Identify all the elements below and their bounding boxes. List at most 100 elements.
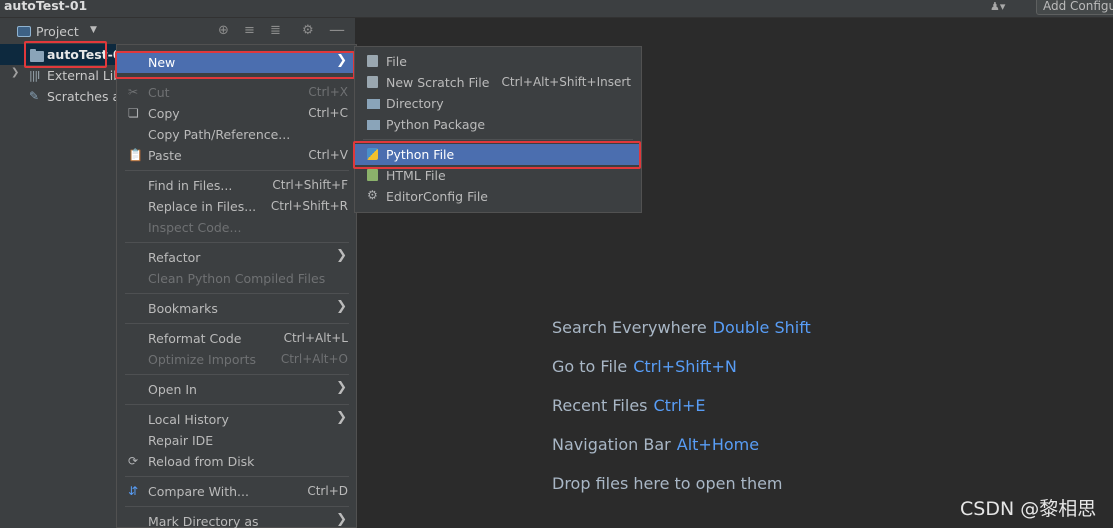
menu-item-repair-ide[interactable]: Repair IDE — [117, 430, 356, 451]
menu-item-mark-directory-as[interactable]: Mark Directory as ❯ — [117, 511, 356, 528]
menu-item-open-in[interactable]: Open In ❯ — [117, 379, 356, 400]
scratches-icon: ✎ — [29, 89, 40, 103]
minimize-icon[interactable]: — — [329, 20, 345, 39]
menu-item-label: Mark Directory as — [148, 514, 259, 528]
window-title: autoTest-01 — [4, 0, 88, 13]
submenu-item-label: File — [386, 54, 407, 69]
menu-item-label: Inspect Code... — [148, 220, 242, 235]
menu-item-shortcut: Ctrl+X — [308, 85, 348, 99]
menu-item-label: Repair IDE — [148, 433, 214, 448]
submenu-item-label: HTML File — [386, 168, 446, 183]
submenu-item-label: Python Package — [386, 117, 486, 132]
menu-item-find-in-files[interactable]: Find in Files... Ctrl+Shift+F — [117, 175, 356, 196]
collapse-all-icon[interactable]: ≣ — [270, 23, 281, 38]
menu-item-compare-with[interactable]: ⇵ Compare With... Ctrl+D — [117, 481, 356, 502]
hint-search-everywhere: Search Everywhere Double Shift — [552, 318, 811, 337]
hint-shortcut: Ctrl+Shift+N — [633, 357, 737, 376]
submenu-arrow-icon: ❯ — [336, 248, 347, 263]
submenu-item-python-package[interactable]: Python Package — [355, 114, 641, 135]
annotation-box-new — [115, 51, 355, 79]
submenu-arrow-icon: ❯ — [336, 512, 347, 527]
submenu-item-shortcut: Ctrl+Alt+Shift+Insert — [501, 75, 631, 89]
submenu-item-file[interactable]: File — [355, 51, 641, 72]
menu-item-label: Copy Path/Reference... — [148, 127, 291, 142]
submenu-item-label: EditorConfig File — [386, 189, 488, 204]
menu-item-clean-compiled[interactable]: Clean Python Compiled Files — [117, 268, 356, 289]
menu-separator — [125, 242, 349, 243]
chevron-right-icon[interactable]: ❯ — [11, 67, 19, 78]
hint-text: Navigation Bar — [552, 435, 671, 454]
menu-item-label: Local History — [148, 412, 229, 427]
menu-item-label: Open In — [148, 382, 197, 397]
submenu-item-editorconfig-file[interactable]: ⚙ EditorConfig File — [355, 186, 641, 207]
copy-icon: ❏ — [128, 106, 139, 120]
menu-separator — [125, 476, 349, 477]
menu-item-local-history[interactable]: Local History ❯ — [117, 409, 356, 430]
hint-text: Drop files here to open them — [552, 474, 783, 493]
project-icon — [17, 26, 31, 37]
expand-all-icon[interactable]: ≡ — [244, 23, 255, 38]
user-icon[interactable]: ♟▾ — [990, 0, 1016, 14]
scratch-file-icon — [367, 76, 378, 88]
menu-item-label: Replace in Files... — [148, 199, 257, 214]
scissors-icon: ✂ — [128, 85, 139, 99]
hint-drop-files: Drop files here to open them — [552, 474, 783, 493]
html-file-icon — [367, 169, 378, 181]
paste-icon: 📋 — [128, 148, 143, 162]
menu-item-copy-path[interactable]: Copy Path/Reference... — [117, 124, 356, 145]
submenu-item-label: New Scratch File — [386, 75, 490, 90]
menu-item-replace-in-files[interactable]: Replace in Files... Ctrl+Shift+R — [117, 196, 356, 217]
hint-text: Search Everywhere — [552, 318, 707, 337]
title-bar: autoTest-01 ♟▾ Add Configu — [0, 0, 1113, 18]
menu-item-reload-from-disk[interactable]: ⟳ Reload from Disk — [117, 451, 356, 472]
menu-separator — [125, 506, 349, 507]
reload-icon: ⟳ — [128, 454, 139, 468]
hint-text: Go to File — [552, 357, 628, 376]
menu-item-cut[interactable]: ✂ Cut Ctrl+X — [117, 82, 356, 103]
file-icon — [367, 55, 378, 67]
hint-go-to-file: Go to File Ctrl+Shift+N — [552, 357, 737, 376]
menu-separator — [125, 323, 349, 324]
watermark: CSDN @黎相思 — [960, 498, 1097, 520]
menu-item-label: Refactor — [148, 250, 201, 265]
folder-icon — [367, 99, 380, 109]
menu-item-shortcut: Ctrl+Shift+R — [270, 199, 348, 213]
menu-item-label: Reformat Code — [148, 331, 242, 346]
menu-item-shortcut: Ctrl+Alt+L — [283, 331, 348, 345]
hint-shortcut: Ctrl+E — [653, 396, 706, 415]
menu-item-label: Bookmarks — [148, 301, 218, 316]
menu-item-label: Compare With... — [148, 484, 249, 499]
menu-item-optimize-imports[interactable]: Optimize Imports Ctrl+Alt+O — [117, 349, 356, 370]
library-icon: |||l — [29, 69, 40, 82]
submenu-arrow-icon: ❯ — [336, 299, 347, 314]
menu-item-bookmarks[interactable]: Bookmarks ❯ — [117, 298, 356, 319]
hint-recent-files: Recent Files Ctrl+E — [552, 396, 705, 415]
menu-item-copy[interactable]: ❏ Copy Ctrl+C — [117, 103, 356, 124]
menu-item-label: Copy — [148, 106, 180, 121]
locate-icon[interactable]: ⊕ — [218, 23, 229, 38]
gear-icon[interactable]: ⚙ — [302, 23, 314, 38]
hint-shortcut: Alt+Home — [676, 435, 760, 454]
gear-icon: ⚙ — [367, 188, 378, 202]
menu-item-paste[interactable]: 📋 Paste Ctrl+V — [117, 145, 356, 166]
chevron-down-icon[interactable]: ▼ — [90, 25, 97, 35]
menu-separator — [125, 404, 349, 405]
menu-item-label: Clean Python Compiled Files — [148, 271, 326, 286]
hint-navigation-bar: Navigation Bar Alt+Home — [552, 435, 759, 454]
hint-text: Recent Files — [552, 396, 648, 415]
menu-item-label: Cut — [148, 85, 170, 100]
submenu-arrow-icon: ❯ — [336, 410, 347, 425]
menu-item-label: Optimize Imports — [148, 352, 257, 367]
submenu-item-label: Directory — [386, 96, 444, 111]
menu-item-refactor[interactable]: Refactor ❯ — [117, 247, 356, 268]
annotation-box-python-file — [353, 141, 641, 169]
submenu-item-new-scratch-file[interactable]: New Scratch File Ctrl+Alt+Shift+Insert — [355, 72, 641, 93]
add-configuration-button[interactable]: Add Configu — [1036, 0, 1113, 15]
menu-item-inspect-code[interactable]: Inspect Code... — [117, 217, 356, 238]
menu-item-label: Find in Files... — [148, 178, 233, 193]
python-package-icon — [367, 120, 380, 130]
submenu-item-directory[interactable]: Directory — [355, 93, 641, 114]
project-view-selector[interactable]: Project — [36, 24, 79, 39]
menu-item-reformat-code[interactable]: Reformat Code Ctrl+Alt+L — [117, 328, 356, 349]
menu-separator — [125, 293, 349, 294]
